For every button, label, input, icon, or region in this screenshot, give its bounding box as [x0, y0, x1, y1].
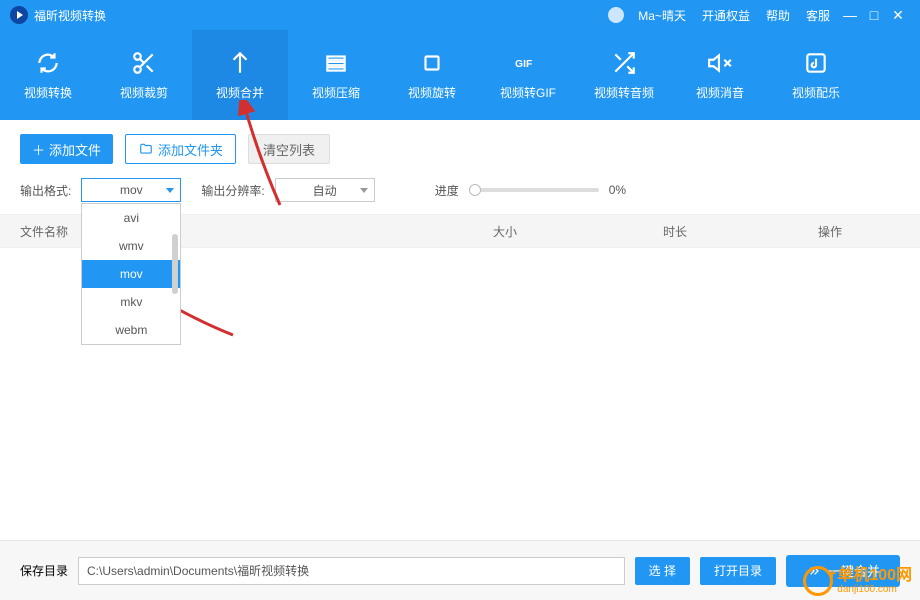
refresh-icon: [35, 50, 61, 76]
dropdown-scrollbar[interactable]: [172, 234, 178, 294]
tab-label: 视频合并: [216, 84, 264, 101]
option-mov[interactable]: mov: [82, 260, 180, 288]
slider-thumb[interactable]: [469, 184, 481, 196]
music-icon: [803, 50, 829, 76]
username[interactable]: Ma~晴天: [638, 7, 686, 24]
save-path-input[interactable]: [78, 557, 625, 585]
tab-crop[interactable]: 视频裁剪: [96, 30, 192, 120]
minimize-button[interactable]: —: [838, 7, 862, 23]
link-service[interactable]: 客服: [806, 7, 830, 24]
format-dropdown: avi wmv mov mkv webm: [81, 203, 181, 345]
tab-mute[interactable]: 视频消音: [672, 30, 768, 120]
tab-label: 视频旋转: [408, 84, 456, 101]
progress-percent: 0%: [609, 183, 626, 197]
watermark-icon: [803, 566, 833, 596]
option-mkv[interactable]: mkv: [82, 288, 180, 316]
app-title: 福昕视频转换: [34, 7, 106, 24]
rotate-icon: [419, 50, 445, 76]
col-duration: 时长: [590, 223, 760, 240]
tab-merge[interactable]: 视频合并: [192, 30, 288, 120]
tab-music[interactable]: 视频配乐: [768, 30, 864, 120]
button-label: 添加文件: [49, 140, 101, 159]
col-size: 大小: [420, 223, 590, 240]
tab-label: 视频配乐: [792, 84, 840, 101]
plus-icon: ＋: [32, 140, 45, 159]
progress-label: 进度: [435, 182, 459, 199]
close-button[interactable]: ✕: [886, 7, 910, 24]
button-label: 添加文件夹: [158, 140, 223, 159]
tab-label: 视频裁剪: [120, 84, 168, 101]
params-row: 输出格式: mov avi wmv mov mkv webm 输出分辨率: 自动…: [0, 178, 920, 214]
tab-label: 视频转音频: [594, 84, 654, 101]
progress-slider[interactable]: [469, 188, 599, 192]
chevron-down-icon: [166, 188, 174, 193]
maximize-button[interactable]: □: [862, 7, 886, 23]
resolution-label: 输出分辨率:: [201, 182, 264, 199]
select-value: mov: [120, 183, 143, 197]
resolution-select[interactable]: 自动: [275, 178, 375, 202]
choose-button[interactable]: 选 择: [635, 557, 690, 585]
option-webm[interactable]: webm: [82, 316, 180, 344]
tab-rotate[interactable]: 视频旋转: [384, 30, 480, 120]
col-filename: 文件名称: [20, 223, 420, 240]
option-wmv[interactable]: wmv: [82, 232, 180, 260]
format-label: 输出格式:: [20, 182, 71, 199]
add-file-button[interactable]: ＋ 添加文件: [20, 134, 113, 164]
select-value: 自动: [313, 182, 337, 199]
chevron-down-icon: [360, 188, 368, 193]
footer-bar: 保存目录 选 择 打开目录 一键合并: [0, 540, 920, 600]
scissors-icon: [131, 50, 157, 76]
avatar[interactable]: [608, 7, 624, 23]
main-toolbar: 视频转换 视频裁剪 视频合并 视频压缩 视频旋转 GIF 视频转GIF 视频转音…: [0, 30, 920, 120]
option-avi[interactable]: avi: [82, 204, 180, 232]
compress-icon: [323, 50, 349, 76]
tab-label: 视频转换: [24, 84, 72, 101]
add-folder-button[interactable]: 添加文件夹: [125, 134, 236, 164]
watermark-text: 单机100网: [837, 568, 912, 584]
tab-convert[interactable]: 视频转换: [0, 30, 96, 120]
titlebar: 福昕视频转换 Ma~晴天 开通权益 帮助 客服 — □ ✕: [0, 0, 920, 30]
svg-text:GIF: GIF: [515, 58, 532, 69]
merge-icon: [227, 50, 253, 76]
watermark-url: danji100.com: [837, 584, 912, 595]
action-bar: ＋ 添加文件 添加文件夹 清空列表: [0, 120, 920, 178]
tab-label: 视频消音: [696, 84, 744, 101]
shuffle-icon: [611, 50, 637, 76]
tab-label: 视频压缩: [312, 84, 360, 101]
tab-label: 视频转GIF: [500, 84, 556, 101]
tab-audio[interactable]: 视频转音频: [576, 30, 672, 120]
app-logo-icon: [10, 6, 28, 24]
progress-group: 进度 0%: [435, 182, 626, 199]
tab-gif[interactable]: GIF 视频转GIF: [480, 30, 576, 120]
folder-icon: [138, 142, 154, 156]
gif-icon: GIF: [515, 50, 541, 76]
format-select[interactable]: mov avi wmv mov mkv webm: [81, 178, 181, 202]
mute-icon: [707, 50, 733, 76]
link-vip[interactable]: 开通权益: [702, 7, 750, 24]
link-help[interactable]: 帮助: [766, 7, 790, 24]
open-dir-button[interactable]: 打开目录: [700, 557, 776, 585]
col-operation: 操作: [760, 223, 900, 240]
tab-compress[interactable]: 视频压缩: [288, 30, 384, 120]
save-dir-label: 保存目录: [20, 562, 68, 579]
watermark: 单机100网 danji100.com: [803, 566, 912, 596]
clear-list-button[interactable]: 清空列表: [248, 134, 330, 164]
